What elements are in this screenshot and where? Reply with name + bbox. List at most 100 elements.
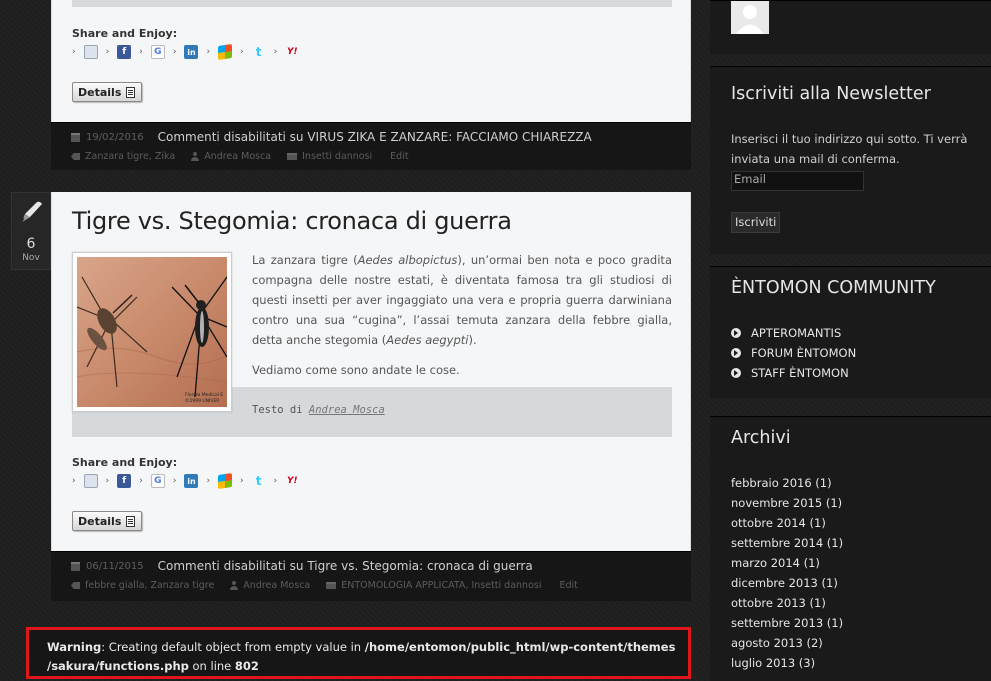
yahoo-share-icon[interactable]: Y!	[285, 45, 299, 59]
facebook-share-icon[interactable]: f	[117, 45, 132, 59]
archive-item[interactable]: ottobre 2014 (1)	[731, 513, 843, 533]
warning-line: 802	[234, 659, 259, 673]
newsletter-text: Inserisci il tuo indirizzo qui sotto. Ti…	[731, 132, 968, 166]
email-share-icon[interactable]	[83, 45, 98, 59]
archive-title: Archivi	[731, 428, 791, 448]
facebook-share-icon[interactable]: f	[117, 474, 132, 488]
mosquitoes-photo: Florida Medical E ©1999 UNIVER	[77, 257, 227, 407]
category-icon	[326, 582, 337, 589]
post-card-2: Tigre vs. Stegomia: cronaca di guerra Te…	[51, 192, 691, 551]
community-list: APTEROMANTIS FORUM ÈNTOMON STAFF ÈNTOMON	[731, 323, 856, 383]
archive-item[interactable]: agosto 2013 (2)	[731, 633, 843, 653]
post-title[interactable]: Tigre vs. Stegomia: cronaca di guerra	[72, 207, 512, 235]
post-excerpt: La zanzara tigre (Aedes albopictus), un’…	[252, 250, 672, 380]
post-meta-bar-1: 19/02/2016 Commenti disabilitati su VIRU…	[51, 122, 691, 170]
community-item[interactable]: FORUM ÈNTOMON	[731, 343, 856, 363]
post-paragraph-1: La zanzara tigre (Aedes albopictus), un’…	[252, 253, 672, 347]
comments-status: Commenti disabilitati su Tigre vs. Stego…	[157, 559, 533, 573]
share-title: Share and Enjoy:	[72, 456, 178, 469]
yahoo-share-icon[interactable]: Y!	[285, 474, 299, 488]
windows-live-share-icon[interactable]	[218, 44, 233, 60]
warning-label: Warning	[47, 640, 102, 654]
post-category[interactable]: Insetti dannosi	[302, 151, 372, 162]
comments-status: Commenti disabilitati su VIRUS ZIKA E ZA…	[157, 130, 592, 144]
arrow-bullet-icon	[731, 348, 741, 358]
archive-item[interactable]: novembre 2015 (1)	[731, 493, 843, 513]
calendar-icon	[71, 561, 80, 571]
post-author[interactable]: Andrea Mosca	[204, 151, 271, 162]
credit-author-link[interactable]: Andrea Mosca	[309, 404, 385, 416]
community-item[interactable]: STAFF ÈNTOMON	[731, 363, 856, 383]
post-date-badge: 6 Nov	[11, 192, 51, 270]
document-icon	[126, 86, 136, 98]
badge-month: Nov	[22, 253, 40, 263]
tag-icon	[71, 153, 80, 160]
post-meta-top-2: 06/11/2015 Commenti disabilitati su Tigr…	[71, 559, 533, 573]
php-warning: Warning: Creating default object from em…	[26, 627, 691, 679]
post-meta-bottom-1: Zanzara tigre, Zika Andrea Mosca Insetti…	[71, 151, 425, 162]
share-icons: › › f › G › in › › t › Y!	[72, 44, 299, 60]
category-icon	[287, 153, 298, 160]
archive-item[interactable]: ottobre 2013 (1)	[731, 593, 843, 613]
community-item[interactable]: APTEROMANTIS	[731, 323, 856, 343]
archive-list: febbraio 2016 (1) novembre 2015 (1) otto…	[731, 473, 843, 673]
details-button[interactable]: Details	[72, 511, 143, 531]
share-title: Share and Enjoy:	[72, 27, 178, 40]
post-meta-bar-2: 06/11/2015 Commenti disabilitati su Tigr…	[51, 551, 691, 601]
post-date: 19/02/2016	[86, 131, 144, 143]
google-share-icon[interactable]: G	[150, 45, 165, 59]
post-category[interactable]: ENTOMOLOGIA APPLICATA, Insetti dannosi	[341, 580, 541, 591]
twitter-share-icon[interactable]: t	[252, 45, 266, 59]
document-icon	[126, 515, 136, 527]
twitter-share-icon[interactable]: t	[252, 474, 266, 488]
email-share-icon[interactable]	[83, 474, 98, 488]
avatar	[731, 1, 769, 34]
post-tags[interactable]: Zanzara tigre, Zika	[85, 151, 175, 162]
post-paragraph-2: Vediamo come sono andate le cose.	[252, 363, 460, 377]
archive-item[interactable]: marzo 2014 (1)	[731, 553, 843, 573]
arrow-bullet-icon	[731, 328, 741, 338]
details-label: Details	[78, 514, 122, 528]
post-card-1: Share and Enjoy: › › f › G › in › › t › Y! De…	[51, 0, 691, 122]
community-title: ÈNTOMON COMMUNITY	[731, 278, 936, 298]
archive-item[interactable]: febbraio 2016 (1)	[731, 473, 843, 493]
linkedin-share-icon[interactable]: in	[184, 474, 199, 488]
post-meta-bottom-2: febbre gialla, Zanzara tigre Andrea Mosc…	[71, 580, 594, 591]
post-author[interactable]: Andrea Mosca	[243, 580, 310, 591]
community-widget: ÈNTOMON COMMUNITY APTEROMANTIS FORUM ÈNT…	[710, 266, 991, 398]
newsletter-widget: Iscriviti alla Newsletter Inserisci il t…	[710, 66, 991, 254]
post-image[interactable]: Florida Medical E ©1999 UNIVER	[72, 252, 232, 412]
post-tags[interactable]: febbre gialla, Zanzara tigre	[85, 580, 214, 591]
details-label: Details	[78, 85, 122, 99]
edit-link[interactable]: Edit	[390, 151, 408, 162]
details-button[interactable]: Details	[72, 82, 143, 102]
newsletter-title: Iscriviti alla Newsletter	[731, 84, 931, 104]
windows-live-share-icon[interactable]	[218, 473, 233, 489]
subscribe-button[interactable]: Iscriviti	[731, 212, 781, 233]
species-name: Aedes albopictus	[357, 253, 458, 267]
linkedin-share-icon[interactable]: in	[184, 45, 199, 59]
post-meta-top-1: 19/02/2016 Commenti disabilitati su VIRU…	[71, 130, 592, 144]
arrow-bullet-icon	[731, 368, 741, 378]
image-caption-2: ©1999 UNIVER	[185, 397, 219, 404]
badge-day: 6	[26, 236, 36, 252]
archive-item[interactable]: settembre 2014 (1)	[731, 533, 843, 553]
google-share-icon[interactable]: G	[150, 474, 165, 488]
author-widget	[710, 0, 991, 54]
archive-item[interactable]: dicembre 2013 (1)	[731, 573, 843, 593]
author-icon	[230, 581, 239, 590]
email-input[interactable]: Email	[731, 171, 864, 191]
credit-text: Testo di Andrea Mosca	[252, 404, 385, 416]
archive-item[interactable]: luglio 2013 (3)	[731, 653, 843, 673]
edit-link[interactable]: Edit	[559, 580, 577, 591]
default-avatar-icon	[731, 1, 769, 34]
warning-path-2: /sakura/functions.php	[47, 659, 189, 673]
warning-path-1: /home/entomon/public_html/wp-content/the…	[364, 640, 676, 654]
card-top-strip	[72, 0, 672, 7]
image-caption-1: Florida Medical E	[185, 392, 223, 398]
archive-item[interactable]: settembre 2013 (1)	[731, 613, 843, 633]
pen-icon	[21, 201, 42, 223]
tag-icon	[71, 582, 80, 589]
calendar-icon	[71, 132, 80, 142]
post-date: 06/11/2015	[86, 560, 144, 572]
